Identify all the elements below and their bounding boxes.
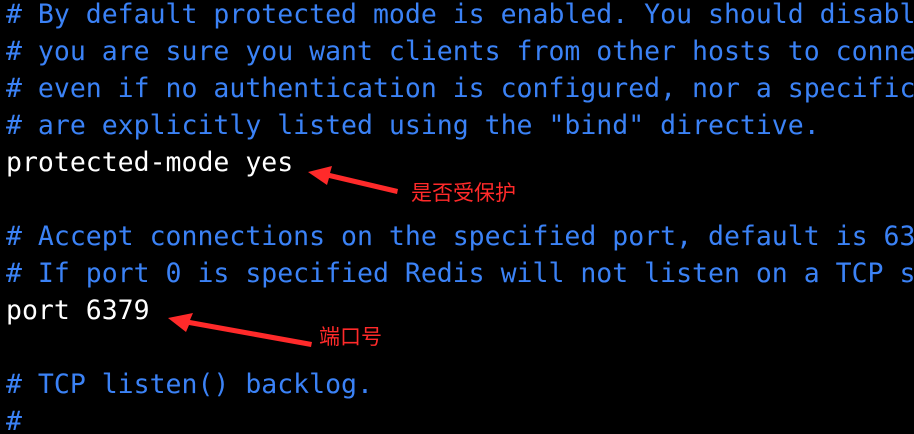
port-arrow [168,313,312,347]
protected-mode-arrow [308,166,398,194]
protected-mode-annotation: 是否受保护 [411,181,516,205]
annotation-arrows [168,166,398,347]
port-annotation: 端口号 [319,325,382,349]
terminal-window: # By default protected mode is enabled. … [0,0,914,434]
